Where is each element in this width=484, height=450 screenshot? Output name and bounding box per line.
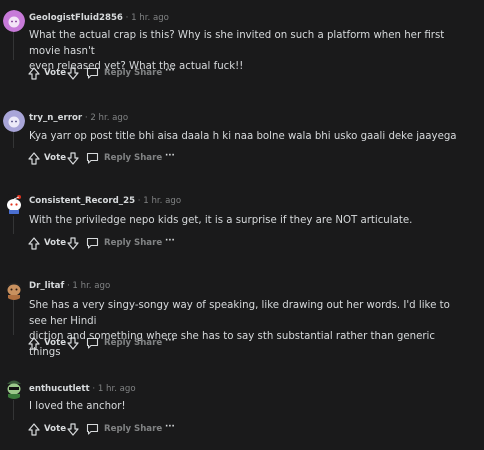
share-button[interactable]: Share [134, 338, 162, 348]
vote-count: Vote [44, 238, 67, 248]
reply-icon [86, 152, 99, 164]
more-options-button[interactable]: ··· [165, 336, 175, 346]
upvote-icon [28, 237, 40, 250]
reply-label: Reply [104, 238, 132, 248]
comment-body: Kya yarr op post title bhi aisa daala h … [29, 129, 464, 145]
reply-icon [86, 67, 99, 79]
comment: try_n_error · 2 hr. ago Kya yarr op post… [0, 110, 484, 170]
avatar[interactable] [3, 110, 25, 132]
vote-count: Vote [44, 424, 67, 434]
downvote-icon [67, 152, 79, 165]
comment-text-line: Kya yarr op post title bhi aisa daala h … [29, 131, 457, 142]
comment: enthucutlett · 1 hr. ago I loved the anc… [0, 377, 484, 447]
upvote-button[interactable] [28, 67, 40, 80]
snoo-avatar-icon [7, 380, 21, 399]
share-button[interactable]: Share [134, 68, 162, 78]
downvote-icon [67, 423, 79, 436]
timestamp[interactable]: 1 hr. ago [72, 281, 110, 291]
downvote-button[interactable] [67, 67, 79, 80]
comment: Consistent_Record_25 · 1 hr. ago With th… [0, 193, 484, 253]
snoo-avatar-icon [7, 282, 21, 300]
comment-body: She has a very singy-songy way of speaki… [29, 298, 464, 360]
downvote-button[interactable] [67, 152, 79, 165]
comment-text-line: What the actual crap is this? Why is she… [29, 30, 445, 57]
timestamp[interactable]: 1 hr. ago [143, 196, 181, 206]
comment-text-line: With the priviledge nepo kids get, it is… [29, 215, 413, 226]
lavender-snoo-avatar-icon [3, 110, 25, 132]
username[interactable]: GeologistFluid2856 [29, 13, 123, 23]
upvote-icon [28, 337, 40, 350]
upvote-button[interactable] [28, 423, 40, 436]
reply-label: Reply [104, 153, 132, 163]
avatar[interactable] [3, 193, 25, 215]
comment: Dr_litaf · 1 hr. ago She has a very sing… [0, 278, 484, 358]
timestamp[interactable]: 1 hr. ago [98, 384, 136, 394]
comment-meta: Consistent_Record_25 · 1 hr. ago [29, 196, 181, 206]
username[interactable]: Consistent_Record_25 [29, 196, 135, 206]
more-options-button[interactable]: ··· [165, 151, 175, 161]
more-options-button[interactable]: ··· [165, 236, 175, 246]
comment-text-line: I loved the anchor! [29, 401, 126, 412]
downvote-button[interactable] [67, 237, 79, 250]
downvote-icon [67, 337, 79, 350]
comment-meta: enthucutlett · 1 hr. ago [29, 384, 136, 394]
avatar[interactable] [3, 377, 25, 399]
downvote-icon [67, 237, 79, 250]
share-button[interactable]: Share [134, 238, 162, 248]
upvote-icon [28, 67, 40, 80]
comment-meta: try_n_error · 2 hr. ago [29, 113, 128, 123]
reply-label: Reply [104, 68, 132, 78]
comment-body: With the priviledge nepo kids get, it is… [29, 213, 464, 229]
timestamp[interactable]: 1 hr. ago [131, 13, 169, 23]
reply-icon [86, 337, 99, 349]
avatar[interactable] [3, 278, 25, 300]
reply-label: Reply [104, 424, 132, 434]
username[interactable]: try_n_error [29, 113, 82, 123]
comment-body: I loved the anchor! [29, 399, 464, 415]
reply-icon [86, 237, 99, 249]
upvote-button[interactable] [28, 152, 40, 165]
upvote-button[interactable] [28, 237, 40, 250]
upvote-icon [28, 152, 40, 165]
downvote-button[interactable] [67, 423, 79, 436]
vote-count: Vote [44, 153, 67, 163]
upvote-button[interactable] [28, 337, 40, 350]
downvote-icon [67, 67, 79, 80]
downvote-button[interactable] [67, 337, 79, 350]
comment-meta: Dr_litaf · 1 hr. ago [29, 281, 110, 291]
purple-snoo-avatar-icon [3, 10, 25, 32]
username[interactable]: enthucutlett [29, 384, 90, 394]
timestamp[interactable]: 2 hr. ago [90, 113, 128, 123]
reply-icon [86, 423, 99, 435]
vote-count: Vote [44, 68, 67, 78]
upvote-icon [28, 423, 40, 436]
snoo-avatar-icon [7, 195, 21, 214]
more-options-button[interactable]: ··· [165, 66, 175, 76]
share-button[interactable]: Share [134, 153, 162, 163]
more-options-button[interactable]: ··· [165, 422, 175, 432]
username[interactable]: Dr_litaf [29, 281, 64, 291]
comment-text-line: She has a very singy-songy way of speaki… [29, 300, 450, 327]
reply-label: Reply [104, 338, 132, 348]
comment-meta: GeologistFluid2856 · 1 hr. ago [29, 13, 169, 23]
share-button[interactable]: Share [134, 424, 162, 434]
comment: GeologistFluid2856 · 1 hr. ago What the … [0, 10, 484, 85]
vote-count: Vote [44, 338, 67, 348]
avatar[interactable] [3, 10, 25, 32]
